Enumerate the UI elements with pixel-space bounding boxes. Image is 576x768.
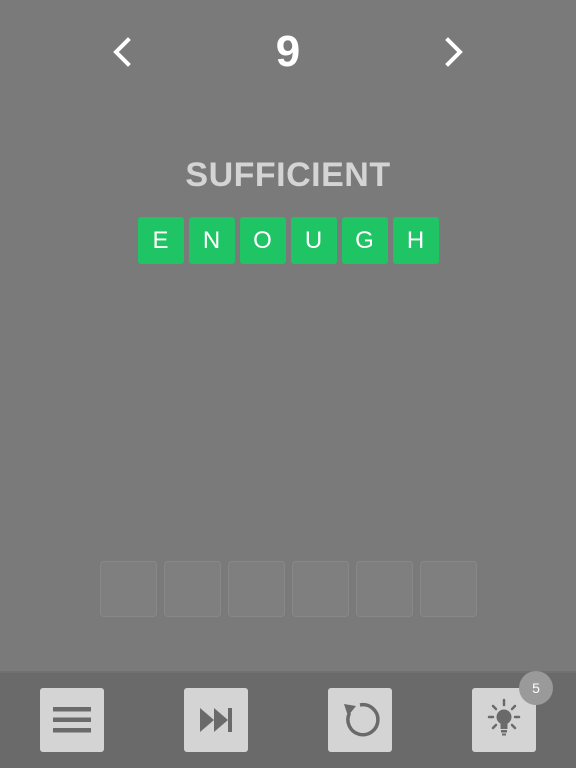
answer-tiles: E N O U G H [0, 217, 576, 264]
menu-button[interactable] [40, 688, 104, 752]
menu-icon [53, 707, 91, 733]
empty-letter-slot[interactable] [163, 561, 221, 617]
empty-letter-slot[interactable] [355, 561, 413, 617]
hint-count-badge: 5 [519, 671, 553, 705]
answer-letter-tile: U [290, 217, 337, 264]
refresh-icon [344, 702, 380, 737]
level-number: 9 [275, 27, 301, 76]
chevron-right-icon [445, 37, 463, 67]
clue-word: SUFFICIENT [185, 156, 391, 194]
empty-letter-slot[interactable] [419, 561, 477, 617]
top-bar: 9 [0, 0, 576, 100]
reset-button[interactable] [328, 688, 392, 752]
lightbulb-icon [487, 698, 521, 736]
empty-letter-slot[interactable] [99, 561, 157, 617]
answer-letter-tile: E [137, 217, 184, 264]
bottom-toolbar [0, 671, 576, 768]
letter-slots [0, 561, 576, 617]
skip-level-button[interactable] [184, 688, 248, 752]
next-level-button[interactable] [438, 34, 472, 70]
answer-letter-tile: G [341, 217, 388, 264]
empty-letter-slot[interactable] [291, 561, 349, 617]
answer-letter-tile: O [239, 217, 286, 264]
answer-letter-tile: H [392, 217, 439, 264]
fast-forward-icon [200, 708, 232, 732]
empty-letter-slot[interactable] [227, 561, 285, 617]
answer-letter-tile: N [188, 217, 235, 264]
